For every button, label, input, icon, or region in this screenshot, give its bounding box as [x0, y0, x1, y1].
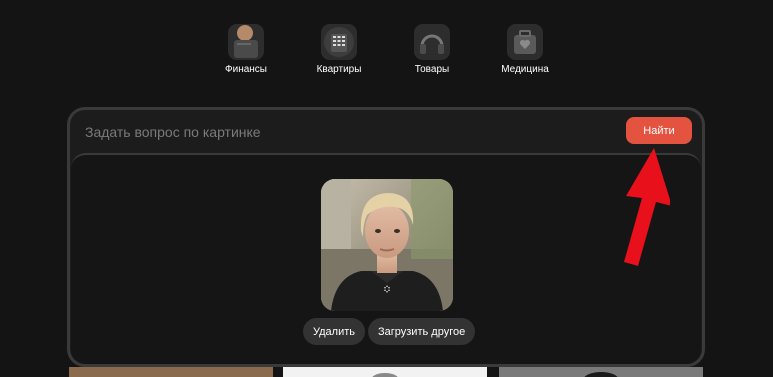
find-button[interactable]: Найти	[626, 117, 692, 144]
service-label: Финансы	[225, 64, 267, 75]
service-label: Медицина	[501, 64, 549, 75]
image-search-panel: Найти	[67, 107, 705, 367]
image-preview-area: Удалить Загрузить другое	[71, 153, 701, 364]
search-input[interactable]	[83, 118, 607, 146]
search-results-strip	[67, 367, 705, 377]
delete-image-button[interactable]: Удалить	[303, 318, 365, 345]
service-goods[interactable]: Товары	[392, 24, 472, 75]
service-medicine[interactable]: Медицина	[485, 24, 565, 75]
service-label: Квартиры	[316, 64, 362, 75]
uploaded-image	[321, 179, 453, 311]
service-label: Товары	[414, 64, 450, 75]
service-finance[interactable]: Финансы	[206, 24, 286, 75]
page: Финансы Квартиры Товары Медицина Задать …	[0, 0, 773, 377]
services-row: Финансы Квартиры Товары Медицина	[0, 24, 773, 84]
medical-kit-icon	[507, 24, 543, 60]
result-thumbnail[interactable]	[499, 367, 703, 377]
headphones-icon	[414, 24, 450, 60]
result-thumbnail[interactable]	[283, 367, 487, 377]
finance-icon	[228, 24, 264, 60]
apartments-icon	[321, 24, 357, 60]
result-thumbnail[interactable]	[69, 367, 273, 377]
service-apartments[interactable]: Квартиры	[299, 24, 379, 75]
upload-another-button[interactable]: Загрузить другое	[368, 318, 476, 345]
search-bar: Найти	[70, 110, 702, 152]
